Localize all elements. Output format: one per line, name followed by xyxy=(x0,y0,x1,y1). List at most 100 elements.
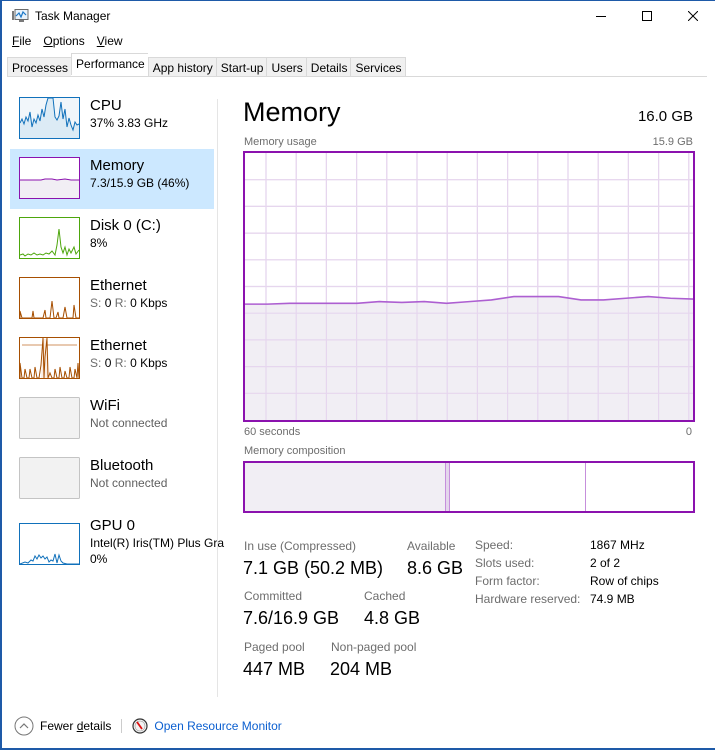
memory-usage-chart xyxy=(243,151,695,422)
non-paged-pool-value: 204 MB xyxy=(330,659,393,679)
sidebar-item-wifi[interactable]: WiFi Not connected xyxy=(10,389,214,449)
memory-usage-label: Memory usage xyxy=(244,136,317,148)
sidebar-item-cpu[interactable]: CPU 37% 3.83 GHz xyxy=(10,89,214,149)
available-label: Available xyxy=(407,539,456,553)
send-label: S: xyxy=(90,296,102,310)
paged-pool-value: 447 MB xyxy=(243,659,306,679)
tab-app-history[interactable]: App history xyxy=(147,57,216,77)
paged-pool-label: Paged pool xyxy=(244,640,305,654)
sidebar-item-name: Ethernet xyxy=(90,337,147,354)
cpu-thumbnail-graph xyxy=(19,97,80,139)
minimize-button[interactable] xyxy=(578,1,624,31)
receive-label: R: xyxy=(114,356,127,370)
minimize-icon xyxy=(596,16,606,17)
memory-thumbnail-graph xyxy=(19,157,80,199)
sidebar-item-memory[interactable]: Memory 7.3/15.9 GB (46%) xyxy=(10,149,214,209)
sidebar-item-detail: 37% 3.83 GHz xyxy=(90,116,169,130)
open-resource-monitor-label: Open Resource Monitor xyxy=(154,719,282,733)
title-bar[interactable]: Task Manager xyxy=(2,1,715,31)
receive-value: 0 Kbps xyxy=(130,356,168,370)
menu-bar: File Options View xyxy=(12,34,135,52)
speed-label: Speed: xyxy=(475,538,514,552)
close-icon xyxy=(688,11,698,21)
fewer-details-text-end: etails xyxy=(83,719,112,733)
composition-segment-standby[interactable] xyxy=(448,463,585,511)
tab-bar: Processes Performance App history Start-… xyxy=(7,53,406,77)
memory-composition-bar[interactable] xyxy=(243,461,695,513)
sidebar-item-detail: 8% xyxy=(90,236,108,250)
form-factor-value: Row of chips xyxy=(590,574,659,588)
committed-value: 7.6/16.9 GB xyxy=(243,608,340,628)
composition-segment-in-use[interactable] xyxy=(245,463,445,511)
form-factor-label: Form factor: xyxy=(475,574,540,588)
sidebar-item-ethernet-1[interactable]: Ethernet S: 0 R: 0 Kbps xyxy=(10,269,214,329)
close-button[interactable] xyxy=(670,1,715,31)
task-manager-window: Task Manager File Options View Processes… xyxy=(0,0,715,750)
usage-area xyxy=(245,296,693,420)
disk-thumbnail-graph xyxy=(19,217,80,259)
tab-details[interactable]: Details xyxy=(305,57,351,77)
speed-value: 1867 MHz xyxy=(590,538,645,552)
menu-file[interactable]: File xyxy=(12,34,31,52)
sidebar-item-ethernet-2[interactable]: Ethernet S: 0 R: 0 Kbps xyxy=(10,329,214,389)
fewer-details-text-start: Fewer xyxy=(40,719,77,733)
sidebar-divider[interactable] xyxy=(217,99,218,697)
send-value: 0 xyxy=(104,296,112,310)
memory-composition-label: Memory composition xyxy=(244,445,346,457)
maximize-button[interactable] xyxy=(624,1,670,31)
tab-users[interactable]: Users xyxy=(266,57,306,77)
sidebar-item-detail: S: 0 R: 0 Kbps xyxy=(90,356,167,370)
bluetooth-thumbnail-graph xyxy=(19,457,80,499)
sidebar-item-disk-0[interactable]: Disk 0 (C:) 8% xyxy=(10,209,214,269)
slots-used-value: 2 of 2 xyxy=(590,556,621,570)
hardware-reserved-label: Hardware reserved: xyxy=(475,592,581,606)
x-axis-start-label: 60 seconds xyxy=(244,426,301,438)
menu-view-accel: V xyxy=(96,34,105,48)
sidebar-item-name: Memory xyxy=(90,157,145,174)
slots-used-label: Slots used: xyxy=(475,556,535,570)
menu-options[interactable]: Options xyxy=(43,34,84,52)
task-manager-icon xyxy=(12,9,29,22)
sidebar-item-name: Ethernet xyxy=(90,277,147,294)
fewer-details-button[interactable]: Fewer details xyxy=(14,716,111,736)
sidebar-item-gpu-0[interactable]: GPU 0 Intel(R) Iris(TM) Plus Gra 0% xyxy=(10,509,224,571)
sidebar-item-detail: Intel(R) Iris(TM) Plus Gra xyxy=(90,536,225,550)
sidebar-item-name: WiFi xyxy=(90,397,120,414)
menu-view[interactable]: View xyxy=(97,34,123,52)
composition-segment-free[interactable] xyxy=(584,463,693,511)
hardware-reserved-value: 74.9 MB xyxy=(590,592,635,606)
sidebar-item-detail: Not connected xyxy=(90,476,168,490)
menu-options-label: ptions xyxy=(52,34,85,48)
sidebar-item-detail: S: 0 R: 0 Kbps xyxy=(90,296,167,310)
wifi-thumbnail-graph xyxy=(19,397,80,439)
available-value: 8.6 GB xyxy=(407,558,464,578)
menu-options-accel: O xyxy=(43,34,53,48)
tab-services[interactable]: Services xyxy=(350,57,406,77)
tab-start-up[interactable]: Start-up xyxy=(215,57,267,77)
tab-performance[interactable]: Performance xyxy=(71,53,148,75)
cached-value: 4.8 GB xyxy=(364,608,421,628)
receive-value: 0 Kbps xyxy=(130,296,168,310)
in-use-label: In use (Compressed) xyxy=(244,539,357,553)
gpu-thumbnail-graph xyxy=(19,523,80,565)
committed-label: Committed xyxy=(244,589,303,603)
resource-sidebar: CPU 37% 3.83 GHz Memory 7.3/15.9 GB (46%… xyxy=(10,89,224,571)
fewer-details-label: Fewer details xyxy=(40,719,111,733)
sidebar-item-detail: 7.3/15.9 GB (46%) xyxy=(90,176,190,190)
maximize-icon xyxy=(642,11,652,21)
open-resource-monitor-link[interactable]: Open Resource Monitor xyxy=(132,718,282,734)
non-paged-pool-label: Non-paged pool xyxy=(331,640,417,654)
ethernet-thumbnail-graph xyxy=(19,337,80,379)
sidebar-item-name: Disk 0 (C:) xyxy=(90,217,161,234)
send-value: 0 xyxy=(104,356,112,370)
footer-separator xyxy=(121,719,123,733)
tab-processes[interactable]: Processes xyxy=(7,57,72,77)
x-axis-end-label: 0 xyxy=(685,426,692,438)
sidebar-item-utilization: 0% xyxy=(90,552,108,566)
total-memory: 16.0 GB xyxy=(637,108,693,125)
chevron-up-circle-icon xyxy=(14,716,34,736)
footer-bar: Fewer details Open Resource Monitor xyxy=(14,715,282,737)
sidebar-item-bluetooth[interactable]: Bluetooth Not connected xyxy=(10,449,214,509)
sidebar-item-name: GPU 0 xyxy=(90,517,136,534)
menu-file-label: ile xyxy=(19,34,32,48)
